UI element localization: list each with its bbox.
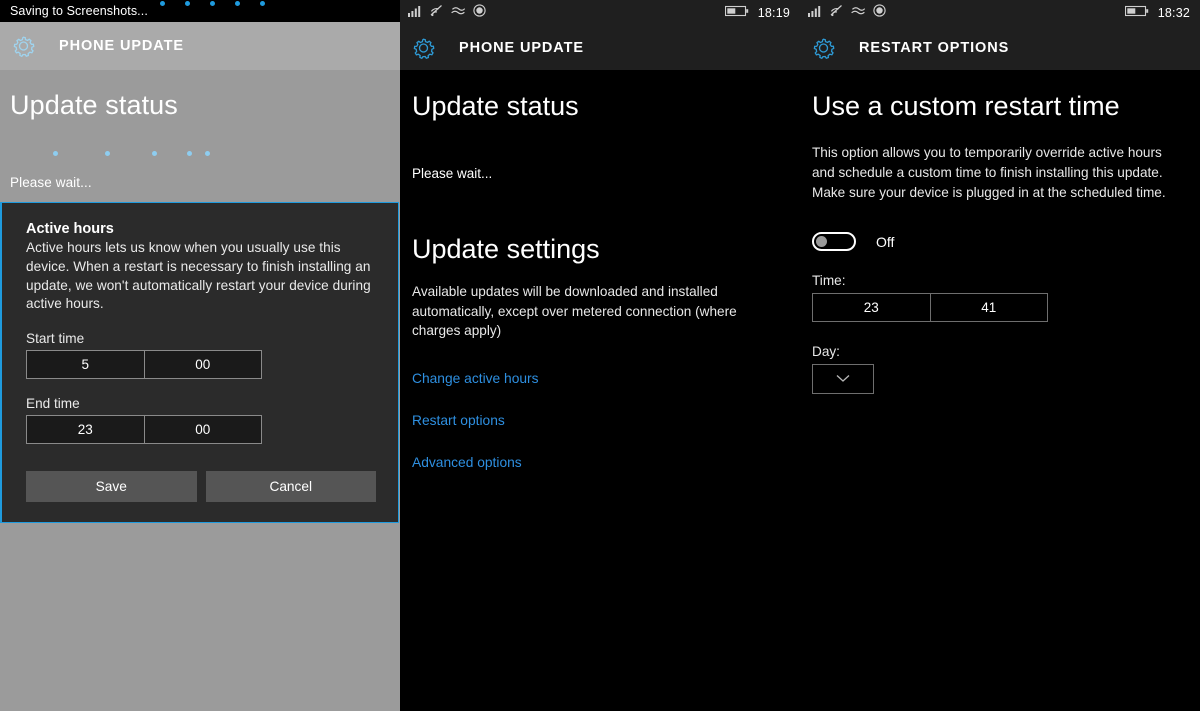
link-change-active-hours[interactable]: Change active hours [412,371,786,386]
signal-bars-icon [408,4,422,22]
day-dropdown[interactable] [812,364,874,395]
loading-dot [152,151,157,156]
status-bar-right: 18:19 [724,4,790,22]
panel-phone-update-light: Saving to Screenshots... PHONE UPDATE Up… [0,0,400,711]
page-title-panel1: PHONE UPDATE [59,38,184,54]
record-circle-icon [473,4,486,22]
toast-progress-dots [160,1,265,6]
progress-dot [235,1,240,6]
battery-half-icon [724,4,749,22]
gear-icon [410,35,437,61]
start-hour-field[interactable]: 5 [27,351,144,378]
three-panel-screenshot: Saving to Screenshots... PHONE UPDATE Up… [0,0,1200,711]
panel-restart-options: 18:32 RESTART OPTIONS Use a custom resta… [800,0,1200,711]
end-time-input-group[interactable]: 23 00 [26,415,262,444]
restart-minute-field[interactable]: 41 [929,294,1047,322]
loading-dot [105,151,110,156]
battery-half-icon [1124,4,1149,22]
toast-notification: Saving to Screenshots... [0,0,400,22]
custom-restart-description: This option allows you to temporarily ov… [812,145,1166,200]
custom-restart-toggle[interactable] [812,232,856,252]
end-minute-field[interactable]: 00 [143,416,261,443]
panel1-content: Update status Please wait... [0,70,400,190]
progress-dot [160,1,165,6]
start-time-label: Start time [26,331,85,346]
chevron-down-icon [835,370,851,388]
app-header-panel1: PHONE UPDATE [0,22,400,70]
status-bar-right: 18:32 [1124,4,1190,22]
end-time-label: End time [26,396,80,411]
please-wait-text: Please wait... [10,175,92,190]
clock-time-panel2: 18:19 [757,6,790,20]
day-label: Day: [812,344,840,360]
loading-dot [205,151,210,156]
status-bar-left-icons [808,4,886,22]
restart-time-input-group[interactable]: 23 41 [812,293,1048,323]
end-hour-field[interactable]: 23 [27,416,144,443]
record-circle-icon [873,4,886,22]
toggle-knob [816,236,827,248]
panel2-content: Update status Please wait... Update sett… [400,70,800,471]
status-bar-panel2: 18:19 [400,0,800,26]
loading-dot [187,151,192,156]
status-bar-left-icons [408,4,486,22]
app-header-panel2: PHONE UPDATE [400,26,800,70]
gear-icon [810,35,837,61]
save-button[interactable]: Save [26,471,197,502]
page-title-panel2: PHONE UPDATE [459,40,584,56]
loading-dots-indicator [10,139,386,173]
custom-restart-time-heading: Use a custom restart time [812,91,1120,121]
dialog-title: Active hours [26,221,114,237]
start-minute-field[interactable]: 00 [143,351,261,378]
restart-hour-field[interactable]: 23 [813,294,930,322]
active-hours-dialog: Active hours Active hours lets us know w… [0,202,399,523]
update-settings-heading: Update settings [412,234,600,265]
airplane-waves-icon [451,4,466,22]
progress-dot [260,1,265,6]
wifi-icon [429,4,444,22]
please-wait-text-panel2: Please wait... [412,166,493,182]
app-header-panel3: RESTART OPTIONS [800,26,1200,70]
progress-dot [185,1,190,6]
status-bar-panel3: 18:32 [800,0,1200,26]
update-status-heading-panel2: Update status [412,91,579,121]
dialog-description: Active hours lets us know when you usual… [26,240,371,312]
custom-restart-toggle-row: Off [812,232,1186,252]
link-advanced-options[interactable]: Advanced options [412,455,786,470]
clock-time-panel3: 18:32 [1157,6,1190,20]
toast-text: Saving to Screenshots... [10,4,148,18]
time-label: Time: [812,273,846,289]
wifi-icon [829,4,844,22]
panel3-content: Use a custom restart time This option al… [800,70,1200,395]
loading-dot [53,151,58,156]
panel-phone-update-dark: 18:19 PHONE UPDATE Update status Please … [400,0,800,711]
update-status-heading: Update status [10,90,178,120]
toggle-state-label: Off [876,233,895,250]
dialog-button-row: Save Cancel [26,471,376,502]
signal-bars-icon [808,4,822,22]
start-time-input-group[interactable]: 5 00 [26,350,262,379]
cancel-button[interactable]: Cancel [205,471,376,502]
link-restart-options[interactable]: Restart options [412,413,786,428]
page-title-panel3: RESTART OPTIONS [859,40,1010,56]
update-settings-description: Available updates will be downloaded and… [412,284,737,338]
airplane-waves-icon [851,4,866,22]
gear-icon [10,33,37,59]
progress-dot [210,1,215,6]
